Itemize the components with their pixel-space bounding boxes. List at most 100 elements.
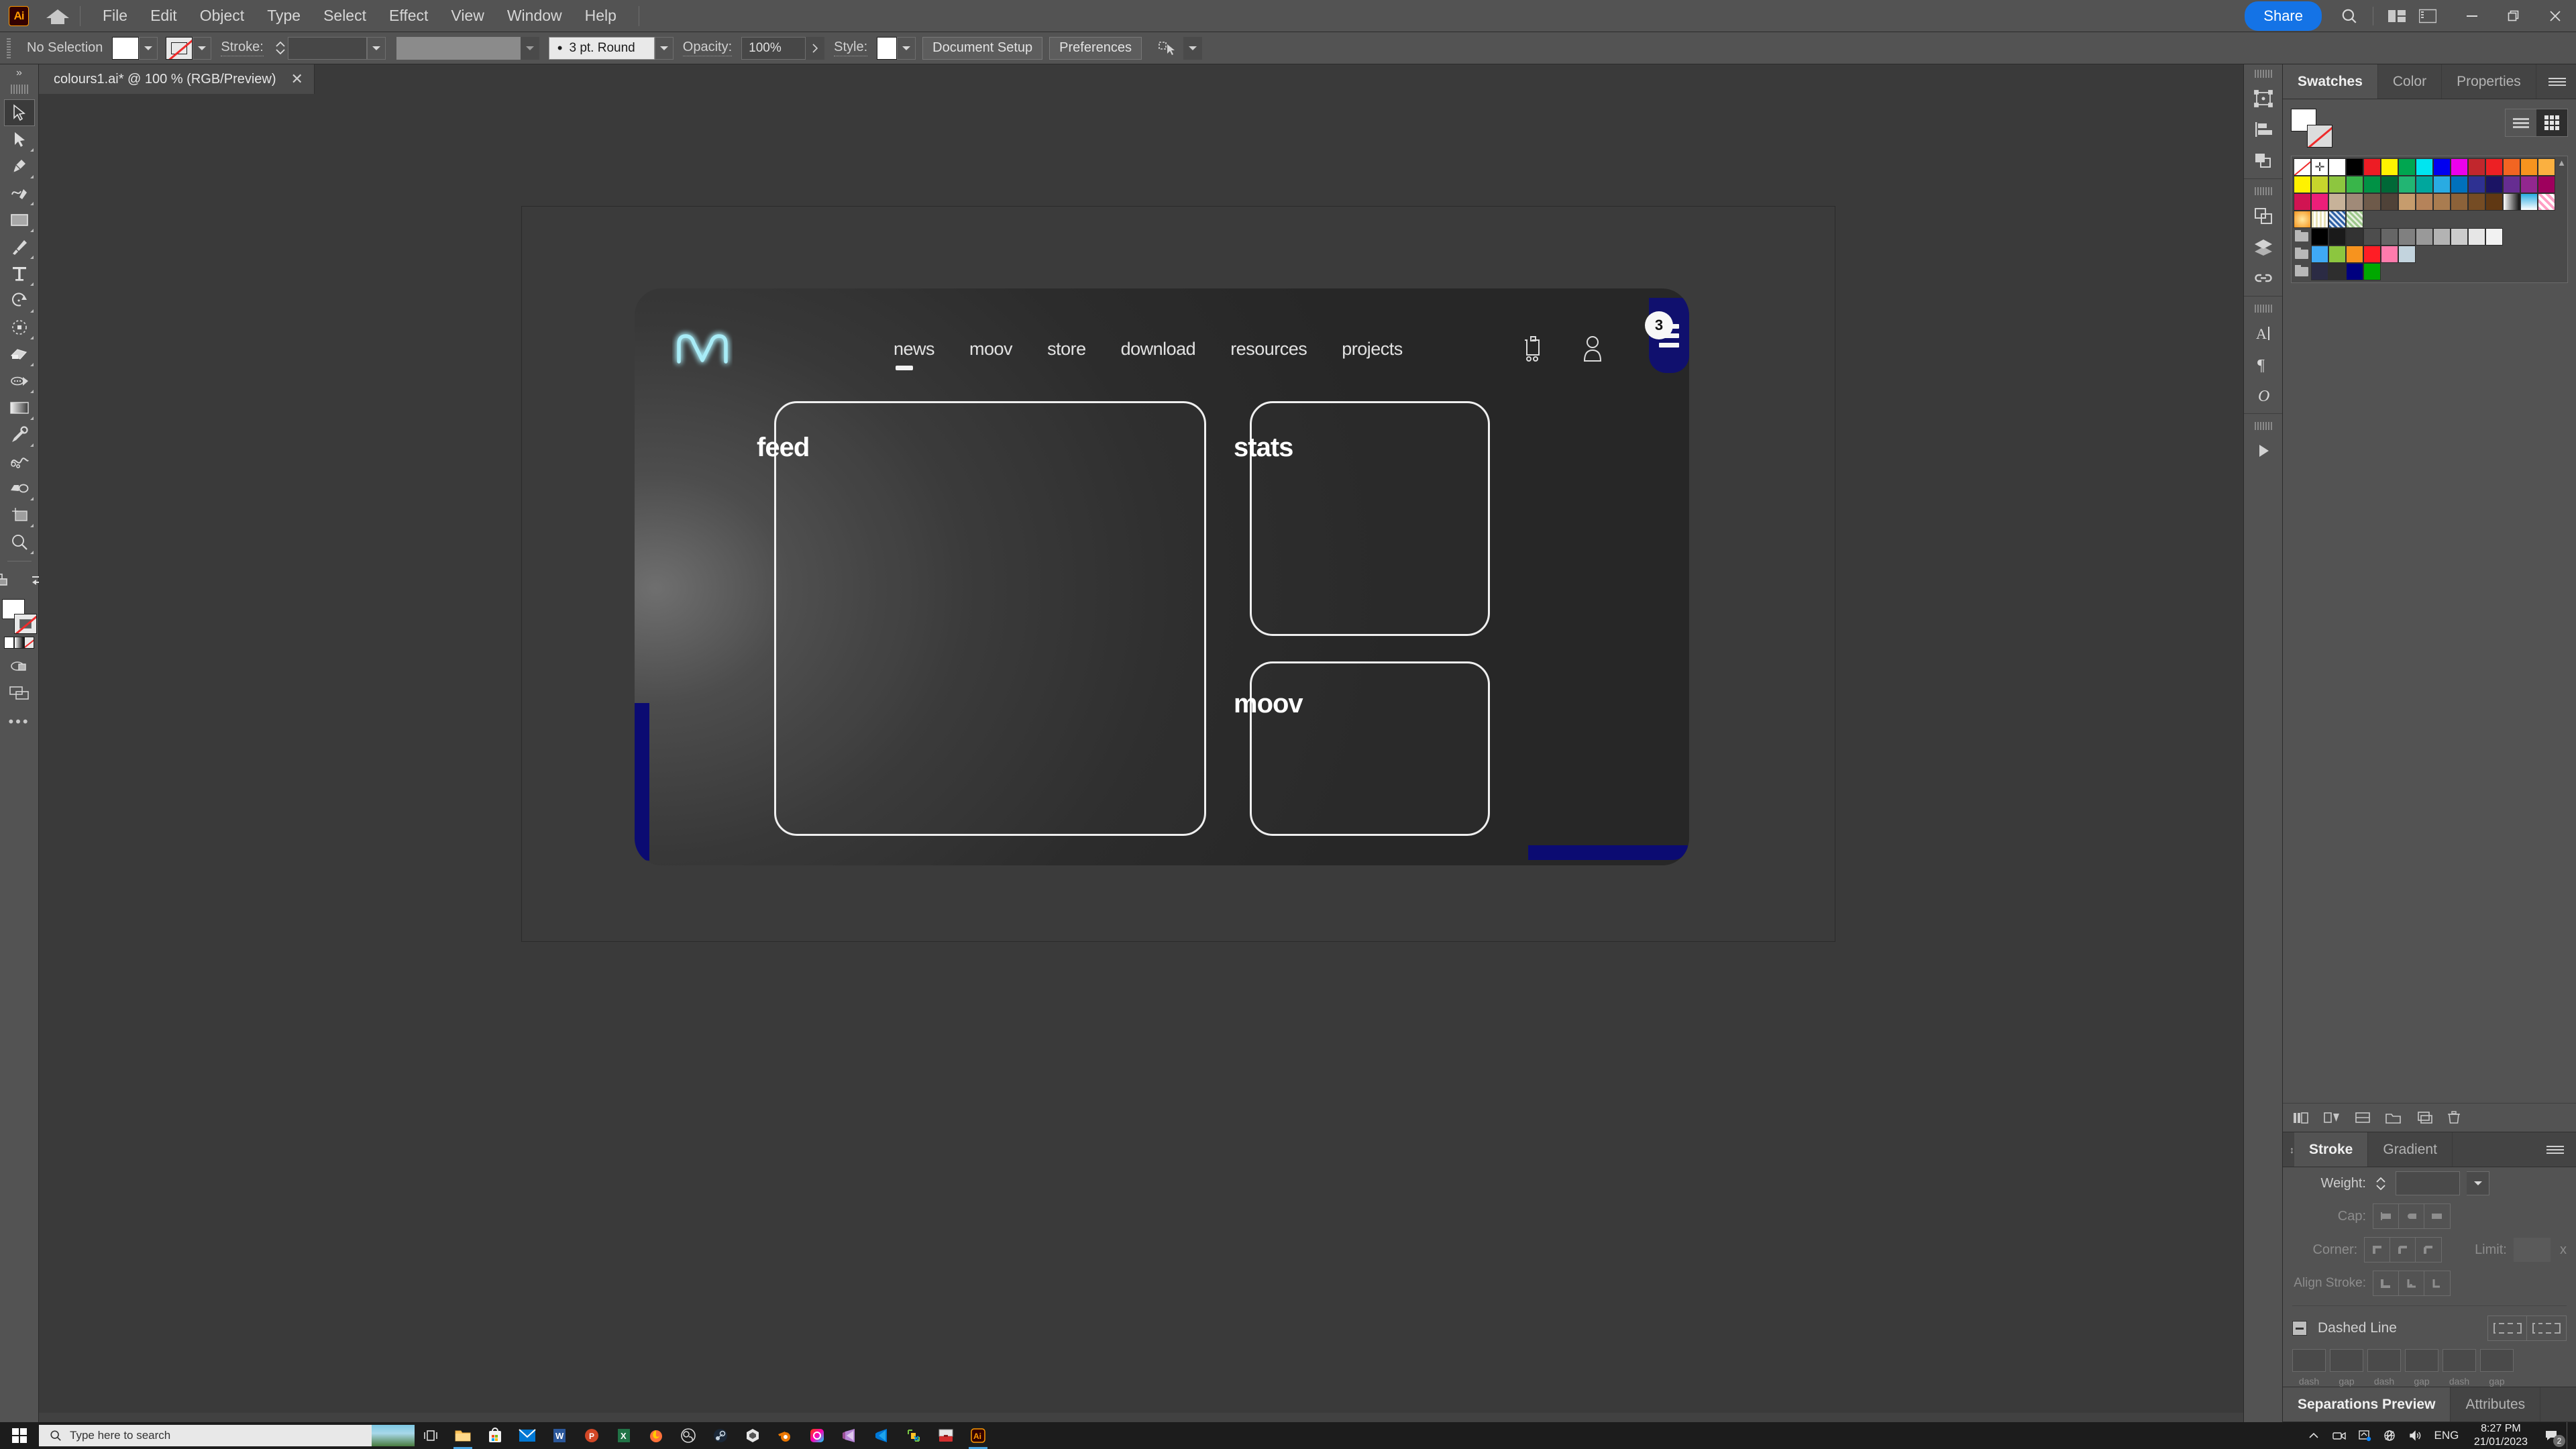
swatch-libraries-icon[interactable] [2292, 1110, 2310, 1125]
swatch-amber[interactable] [2538, 158, 2555, 176]
excel-icon[interactable]: X [608, 1422, 640, 1449]
brush-definition-dropdown[interactable] [654, 36, 674, 60]
swatch-navy[interactable] [2485, 176, 2503, 193]
collapse-toolbar-button[interactable]: » [0, 64, 38, 82]
select-similar-objects-icon[interactable] [1152, 33, 1183, 64]
rail-grip[interactable] [2254, 70, 2272, 80]
swatch-black[interactable] [2346, 158, 2363, 176]
show-desktop-button[interactable] [2567, 1422, 2571, 1449]
stroke-swatch[interactable] [13, 614, 37, 634]
document-canvas[interactable]: news moov store download resources proje… [39, 94, 2282, 1422]
notifications-icon[interactable]: 2 [2537, 1422, 2567, 1449]
swatch-pattern-dots[interactable] [2311, 211, 2328, 228]
tab-gradient[interactable]: Gradient [2368, 1132, 2453, 1167]
swatch-pattern-blue[interactable] [2328, 211, 2346, 228]
swatch-grey-3[interactable] [2363, 228, 2381, 246]
align-outside-button[interactable] [2424, 1271, 2450, 1295]
drawing-mode-icon[interactable] [4, 653, 35, 680]
panel-menu-icon[interactable] [2536, 64, 2576, 99]
swap-fill-stroke-icon[interactable] [0, 567, 17, 594]
zoom-tool[interactable] [4, 529, 35, 555]
menu-type[interactable]: Type [256, 3, 312, 29]
color-group-folder-icon-2[interactable] [2294, 246, 2311, 263]
vs-code-icon[interactable] [865, 1422, 898, 1449]
gradient-mode-button[interactable] [13, 637, 25, 649]
solid-color-mode-button[interactable] [3, 637, 14, 649]
swatch-group2-blue[interactable] [2311, 246, 2328, 263]
swatch-group3-charcoal[interactable] [2328, 263, 2346, 280]
swatch-magenta[interactable] [2451, 158, 2468, 176]
swatch-grey-9[interactable] [2468, 228, 2485, 246]
stroke-color-swatch[interactable] [166, 36, 193, 60]
blender-icon[interactable] [769, 1422, 801, 1449]
paragraph-panel-icon[interactable]: ¶ [2247, 349, 2279, 380]
swatch-yellow2[interactable] [2294, 176, 2311, 193]
swatch-group2-pink[interactable] [2381, 246, 2398, 263]
pen-tool[interactable] [4, 153, 35, 180]
nav-link-moov[interactable]: moov [969, 339, 1013, 360]
projecting-cap-button[interactable] [2424, 1204, 2450, 1228]
direct-selection-tool[interactable] [4, 126, 35, 153]
tab-color[interactable]: Color [2378, 64, 2443, 99]
swatch-group2-lightblue[interactable] [2398, 246, 2416, 263]
panel-stroke-swatch[interactable] [2307, 125, 2332, 148]
nav-link-download[interactable]: download [1121, 339, 1196, 360]
website-mockup-artwork[interactable]: news moov store download resources proje… [635, 288, 1689, 865]
paintbrush-tool[interactable] [4, 233, 35, 260]
mail-icon[interactable] [511, 1422, 543, 1449]
delete-swatch-icon[interactable] [2447, 1110, 2461, 1125]
swatch-chocolate[interactable] [2468, 193, 2485, 211]
swatch-caramel[interactable] [2416, 193, 2433, 211]
swatch-grey-10[interactable] [2485, 228, 2503, 246]
curvature-tool[interactable] [4, 180, 35, 207]
weight-stepper[interactable] [2373, 1171, 2389, 1195]
rectangle-tool[interactable] [4, 207, 35, 233]
actions-panel-icon[interactable] [2247, 435, 2279, 466]
dash-field-3[interactable] [2443, 1349, 2476, 1372]
swatch-blue2[interactable] [2451, 176, 2468, 193]
microsoft-store-icon[interactable] [479, 1422, 511, 1449]
swatch-skyblue[interactable] [2433, 176, 2451, 193]
bevel-join-button[interactable] [2416, 1238, 2441, 1262]
swatch-grey-8[interactable] [2451, 228, 2468, 246]
select-similar-dropdown[interactable] [1183, 36, 1202, 60]
blend-tool[interactable] [4, 448, 35, 475]
swatch-grey-4[interactable] [2381, 228, 2398, 246]
butt-cap-button[interactable] [2373, 1204, 2399, 1228]
swatch-brown1[interactable] [2363, 193, 2381, 211]
swatch-bronze[interactable] [2433, 193, 2451, 211]
glyphs-panel-icon[interactable]: O [2247, 380, 2279, 411]
swatch-group2-red[interactable] [2363, 246, 2381, 263]
file-explorer-icon[interactable] [447, 1422, 479, 1449]
nav-link-resources[interactable]: resources [1230, 339, 1307, 360]
swatch-emerald[interactable] [2398, 176, 2416, 193]
eraser-tool[interactable] [4, 475, 35, 502]
style-dropdown-arrow[interactable] [897, 36, 916, 60]
artboard-tool[interactable] [4, 502, 35, 529]
swatch-options-icon[interactable] [2354, 1110, 2371, 1125]
variable-width-dropdown[interactable] [520, 36, 539, 60]
none-color-mode-button[interactable] [24, 637, 35, 649]
weight-field[interactable] [2396, 1171, 2460, 1195]
swatch-sand[interactable] [2398, 193, 2416, 211]
dash-field-1[interactable] [2292, 1349, 2326, 1372]
swatch-yellow[interactable] [2381, 158, 2398, 176]
minimize-button[interactable] [2451, 0, 2493, 32]
swatch-gradient-orange[interactable] [2294, 211, 2311, 228]
panel-menu-icon-stroke[interactable] [2534, 1132, 2576, 1167]
rail-grip-4[interactable] [2254, 422, 2272, 433]
dash-field-2[interactable] [2367, 1349, 2401, 1372]
swatch-green2[interactable] [2346, 176, 2363, 193]
screen-mode-icon[interactable] [4, 680, 35, 706]
swatch-grey-7[interactable] [2433, 228, 2451, 246]
weight-dropdown[interactable] [2467, 1171, 2489, 1195]
pathfinder-panel-icon[interactable] [2247, 145, 2279, 176]
swatch-crimson[interactable] [2468, 158, 2485, 176]
swatch-rose[interactable] [2294, 193, 2311, 211]
swatch-lightgreen[interactable] [2328, 176, 2346, 193]
swatches-grid[interactable]: ▲ [2291, 156, 2568, 283]
gap-field-1[interactable] [2330, 1349, 2363, 1372]
fill-color-swatch[interactable] [112, 36, 140, 60]
search-input[interactable]: Type here to search [39, 1425, 415, 1446]
swatch-group3-darkslate[interactable] [2311, 263, 2328, 280]
